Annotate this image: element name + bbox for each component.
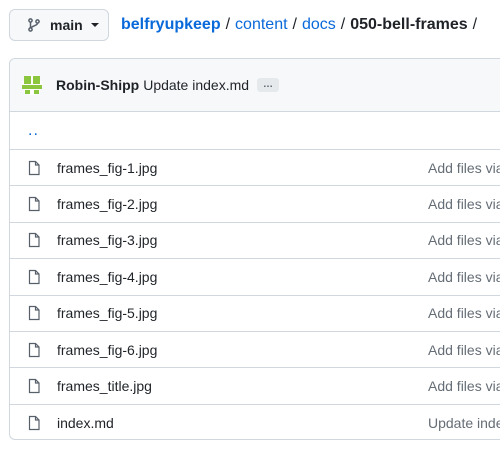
file-icon	[26, 232, 42, 248]
file-commit-message-link[interactable]: Add files via	[428, 378, 500, 394]
file-row[interactable]: frames_fig-5.jpg Add files via	[10, 296, 500, 332]
file-icon	[26, 378, 42, 394]
breadcrumb-separator: /	[340, 16, 346, 33]
breadcrumb-separator: /	[292, 16, 297, 33]
file-browser: Robin-Shipp Update index.md … .. frames_…	[9, 58, 500, 440]
file-row[interactable]: frames_fig-3.jpg Add files via	[10, 223, 500, 260]
file-name-link[interactable]: frames_fig-1.jpg	[57, 160, 157, 176]
file-row[interactable]: frames_fig-6.jpg Add files via	[10, 332, 500, 369]
breadcrumb-current: 050-bell-frames	[350, 16, 468, 33]
file-icon	[26, 342, 42, 358]
file-row[interactable]: frames_fig-4.jpg Add files via	[10, 259, 500, 296]
file-list: frames_fig-1.jpg Add files via frames_fi…	[10, 150, 500, 439]
breadcrumb-separator: /	[225, 16, 231, 33]
file-row[interactable]: frames_fig-2.jpg Add files via	[10, 186, 500, 223]
avatar[interactable]	[22, 75, 42, 95]
file-name-link[interactable]: frames_fig-6.jpg	[57, 342, 157, 358]
parent-directory-link[interactable]: ..	[10, 112, 500, 150]
file-commit-message-link[interactable]: Add files via	[428, 342, 500, 358]
breadcrumb-docs-link[interactable]: docs	[302, 14, 336, 36]
file-name-link[interactable]: frames_fig-4.jpg	[57, 269, 157, 285]
file-row[interactable]: frames_fig-1.jpg Add files via	[10, 150, 500, 187]
branch-name: main	[50, 17, 83, 33]
file-row[interactable]: index.md Update inde	[10, 405, 500, 439]
branch-selector-button[interactable]: main	[9, 9, 109, 41]
git-branch-icon	[26, 17, 42, 33]
file-row[interactable]: frames_title.jpg Add files via	[10, 368, 500, 405]
breadcrumb-content-link[interactable]: content	[235, 14, 287, 36]
file-name-link[interactable]: frames_fig-5.jpg	[57, 305, 157, 321]
file-commit-message-link[interactable]: Add files via	[428, 232, 500, 248]
file-commit-message-link[interactable]: Add files via	[428, 160, 500, 176]
file-icon	[26, 305, 42, 321]
latest-commit-bar: Robin-Shipp Update index.md …	[10, 59, 500, 112]
file-icon	[26, 196, 42, 212]
file-commit-message-link[interactable]: Update inde	[428, 415, 500, 431]
chevron-down-icon	[90, 23, 99, 27]
file-commit-message-link[interactable]: Add files via	[428, 196, 500, 212]
file-icon	[26, 415, 42, 431]
commit-author-link[interactable]: Robin-Shipp	[56, 77, 139, 93]
commit-message-link[interactable]: Update index.md	[143, 77, 249, 93]
file-name-link[interactable]: frames_fig-3.jpg	[57, 232, 157, 248]
file-name-link[interactable]: frames_fig-2.jpg	[57, 196, 157, 212]
file-commit-message-link[interactable]: Add files via	[428, 305, 500, 321]
file-name-link[interactable]: frames_title.jpg	[57, 378, 152, 394]
breadcrumb-trailing-separator: /	[472, 16, 478, 33]
file-icon	[26, 160, 42, 176]
breadcrumb: belfryupkeep / content / docs / 050-bell…	[121, 14, 482, 36]
file-icon	[26, 269, 42, 285]
commit-details-toggle[interactable]: …	[257, 78, 280, 92]
breadcrumb-repo-link[interactable]: belfryupkeep	[121, 14, 221, 36]
file-name-link[interactable]: index.md	[57, 415, 114, 431]
file-commit-message-link[interactable]: Add files via	[428, 269, 500, 285]
